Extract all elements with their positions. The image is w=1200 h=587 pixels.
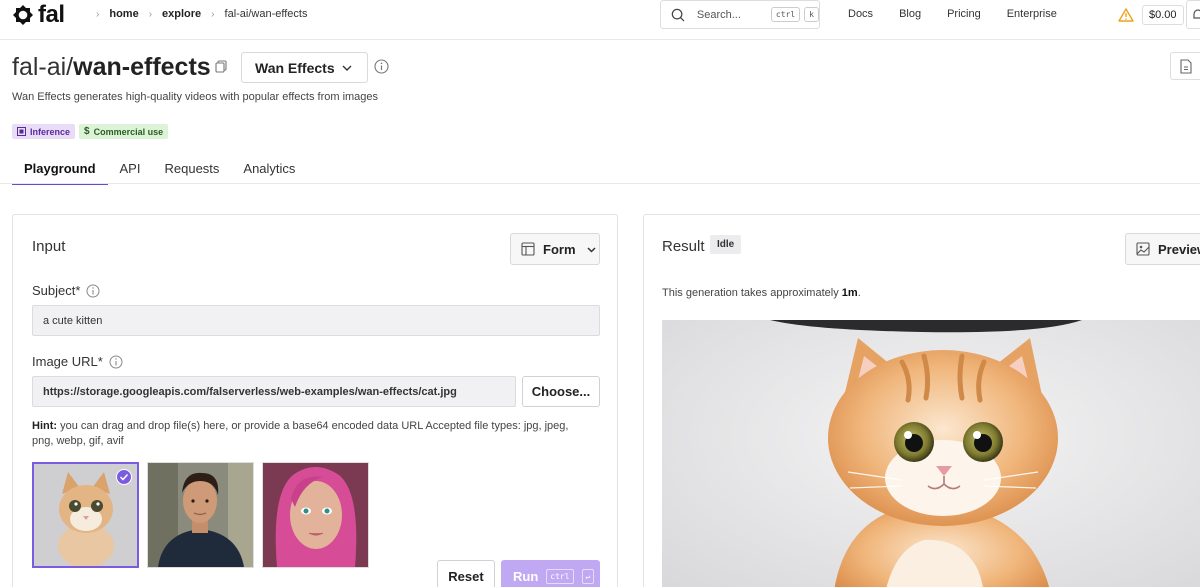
search-input[interactable]: Search... ctrl k	[660, 0, 820, 29]
choose-file-button[interactable]: Choose...	[522, 376, 600, 407]
hint-text: you can drag and drop file(s) here, or p…	[32, 420, 569, 447]
breadcrumb: › home › explore › fal-ai/wan-effects	[86, 8, 307, 20]
image-url-label-text: Image URL*	[32, 354, 103, 369]
chevron-down-icon	[342, 65, 352, 71]
breadcrumb-model[interactable]: fal-ai/wan-effects	[225, 8, 308, 20]
badge-inference: Inference	[12, 124, 76, 139]
credit-amount: $0.00	[1142, 5, 1184, 25]
subject-label: Subject*	[32, 283, 100, 298]
nav-docs[interactable]: Docs	[848, 8, 873, 20]
example-image-woman[interactable]	[262, 462, 369, 568]
search-placeholder: Search...	[696, 8, 741, 21]
model-owner: fal-ai/	[12, 53, 74, 81]
header-divider	[0, 39, 1200, 40]
top-nav: fal › home › explore › fal-ai/wan-effect…	[0, 0, 1200, 30]
docs-button[interactable]	[1170, 52, 1200, 80]
brand-logo[interactable]: fal	[12, 3, 65, 27]
hint-label: Hint:	[32, 420, 58, 432]
example-images	[32, 462, 369, 568]
result-image	[662, 320, 1200, 587]
example-image-man[interactable]	[147, 462, 254, 568]
warning-icon	[1118, 8, 1134, 22]
nav-enterprise[interactable]: Enterprise	[1007, 8, 1057, 20]
info-icon[interactable]	[86, 284, 100, 298]
badge-inference-label: Inference	[30, 126, 71, 137]
search-shortcut-key: k	[804, 7, 819, 22]
input-panel-title: Input	[32, 238, 66, 255]
generation-note-prefix: This generation takes approximately	[662, 287, 839, 299]
breadcrumb-separator: ›	[148, 8, 153, 20]
preview-mode-label: Preview	[1158, 241, 1200, 257]
upload-hint: Hint: you can drag and drop file(s) here…	[32, 419, 592, 449]
generation-note-value: 1m	[841, 287, 858, 299]
badge-commercial-label: Commercial use	[93, 126, 164, 137]
run-shortcut-mod: ctrl	[546, 568, 574, 584]
tab-playground[interactable]: Playground	[12, 155, 108, 185]
nav-pricing[interactable]: Pricing	[947, 8, 981, 20]
document-icon	[1180, 58, 1192, 74]
breadcrumb-home[interactable]: home	[109, 8, 138, 20]
result-panel-title: Result	[662, 238, 705, 255]
badge-commercial: $ Commercial use	[79, 124, 169, 139]
model-name: wan-effects	[73, 53, 211, 81]
input-panel: Input Form Subject* a cute kitten Image …	[12, 214, 618, 587]
form-mode-label: Form	[543, 241, 576, 257]
model-badges: Inference $ Commercial use	[12, 124, 169, 139]
result-panel: Result Idle Preview This generation take…	[643, 214, 1200, 587]
notifications-button[interactable]	[1186, 0, 1200, 29]
dollar-icon: $	[84, 126, 90, 137]
woman-thumbnail	[263, 463, 368, 567]
example-image-kitten[interactable]	[32, 462, 139, 568]
chevron-down-icon	[586, 246, 596, 253]
bell-icon	[1193, 9, 1200, 19]
reset-button[interactable]: Reset	[437, 560, 495, 587]
tab-api[interactable]: API	[108, 155, 153, 185]
grid-icon	[17, 127, 26, 136]
tab-requests[interactable]: Requests	[152, 155, 231, 185]
man-thumbnail	[148, 463, 253, 567]
info-icon[interactable]	[374, 59, 389, 74]
check-icon	[119, 473, 129, 481]
nav-links: Docs Blog Pricing Enterprise	[848, 8, 1083, 20]
endpoint-select[interactable]: Wan Effects	[241, 52, 368, 83]
endpoint-select-value: Wan Effects	[255, 59, 335, 76]
run-button[interactable]: Run ctrl ↵	[501, 560, 600, 587]
search-icon	[671, 8, 685, 21]
search-shortcut-mod: ctrl	[770, 7, 801, 22]
run-button-label: Run	[513, 568, 539, 584]
info-icon[interactable]	[109, 355, 123, 369]
fal-logo-icon	[13, 5, 33, 25]
status-badge: Idle	[710, 235, 742, 254]
tabs-divider	[0, 183, 1200, 184]
generation-note-suffix: .	[857, 287, 861, 299]
breadcrumb-separator: ›	[96, 8, 100, 20]
model-description: Wan Effects generates high-quality video…	[12, 91, 379, 103]
credit-balance[interactable]: $0.00	[1118, 5, 1184, 25]
generation-time-note: This generation takes approximately 1m.	[662, 287, 861, 299]
copy-icon[interactable]	[215, 60, 227, 73]
subject-label-text: Subject*	[32, 283, 81, 298]
kitten-result-image	[662, 320, 1200, 587]
image-icon	[1136, 242, 1150, 256]
nav-blog[interactable]: Blog	[899, 8, 921, 20]
selected-check	[116, 469, 132, 485]
form-mode-select[interactable]: Form	[510, 233, 600, 265]
run-shortcut-enter: ↵	[581, 568, 595, 584]
preview-mode-select[interactable]: Preview	[1125, 233, 1200, 265]
form-icon	[521, 242, 535, 256]
tab-analytics[interactable]: Analytics	[231, 155, 307, 185]
model-tabs: Playground API Requests Analytics	[12, 155, 307, 185]
image-url-label: Image URL*	[32, 354, 123, 369]
subject-input[interactable]: a cute kitten	[32, 305, 600, 336]
breadcrumb-explore[interactable]: explore	[162, 8, 201, 20]
image-url-input[interactable]: https://storage.googleapis.com/falserver…	[32, 376, 516, 407]
brand-name: fal	[38, 1, 65, 28]
breadcrumb-separator: ›	[211, 8, 215, 20]
page-title: fal-ai/wan-effects	[12, 52, 211, 82]
